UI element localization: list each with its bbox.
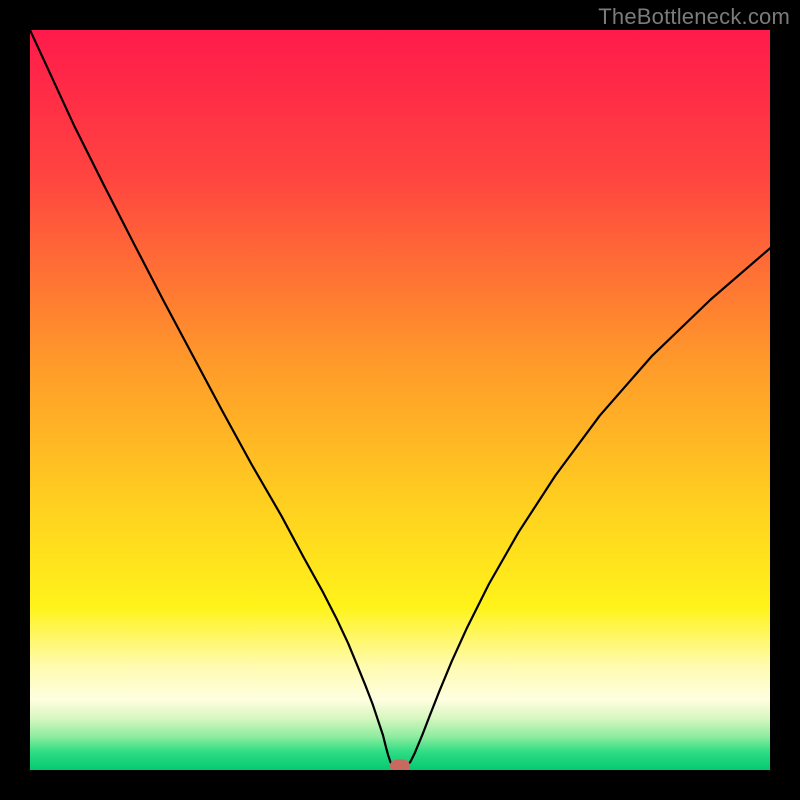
chart-frame: TheBottleneck.com [0,0,800,800]
bottleneck-curve [30,30,770,770]
minimum-marker [390,759,410,770]
watermark-text: TheBottleneck.com [598,4,790,30]
plot-area [30,30,770,770]
